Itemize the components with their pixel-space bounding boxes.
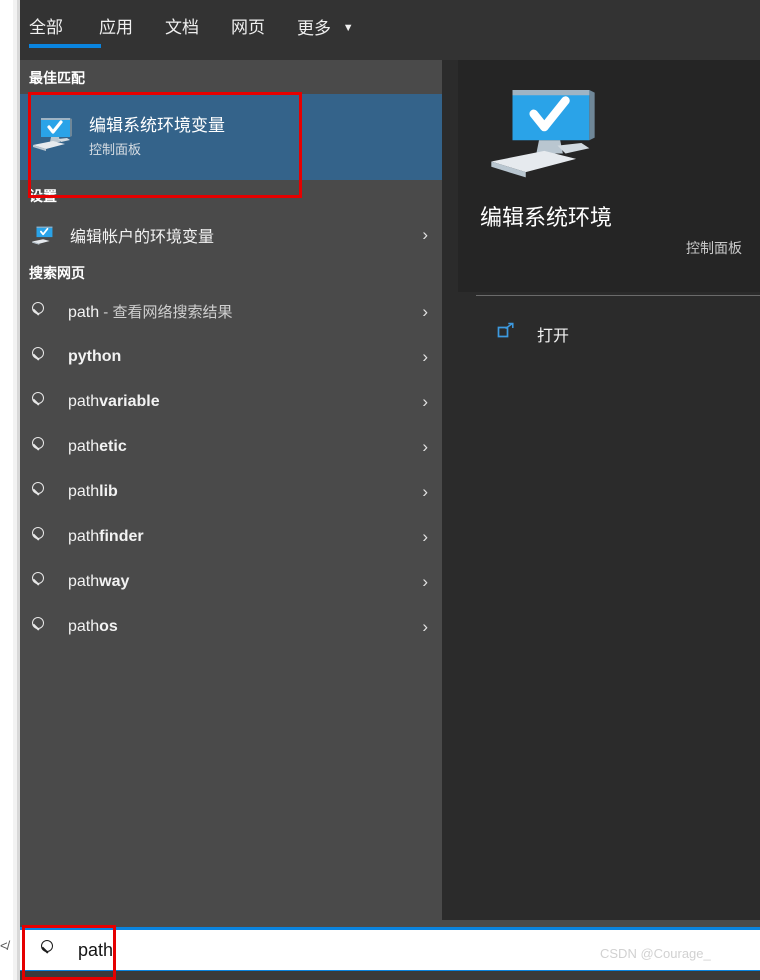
- web-suggestion-label: pathway: [68, 572, 130, 590]
- search-flyout: 全部 应用 文档 网页 更多 ▼ 最佳匹配 编辑系统环境变量 控制面板 设置 编…: [20, 0, 760, 980]
- chevron-right-icon[interactable]: ›: [422, 302, 428, 322]
- preview-card: 编辑系统环境 控制面板: [458, 60, 760, 292]
- tab-apps-label: 应用: [99, 18, 133, 37]
- results-preview-gutter: [442, 60, 458, 920]
- chevron-right-icon[interactable]: ›: [422, 527, 428, 547]
- web-suggestion-label: pathvariable: [68, 392, 160, 410]
- result-web-6[interactable]: pathway ›: [20, 559, 442, 604]
- preview-pane: 编辑系统环境 控制面板 打开: [458, 60, 760, 920]
- result-settings-account-variables[interactable]: 编辑帐户的环境变量 ›: [20, 212, 442, 257]
- system-properties-icon: [29, 115, 73, 160]
- result-web-0[interactable]: path - 查看网络搜索结果 ›: [20, 289, 442, 334]
- web-suggestion-label: pathlib: [68, 482, 118, 500]
- chevron-right-icon[interactable]: ›: [422, 617, 428, 637]
- preview-title: 编辑系统环境: [480, 205, 613, 230]
- search-icon: [29, 481, 51, 503]
- result-web-1[interactable]: python ›: [20, 334, 442, 379]
- watermark: CSDN @Courage_: [600, 946, 711, 961]
- preview-divider: [476, 295, 760, 296]
- background-window-sliver: [0, 0, 20, 980]
- search-icon: [29, 346, 51, 368]
- results-list: 最佳匹配 编辑系统环境变量 控制面板 设置 编辑帐户的环境变量 › 搜索网页 p…: [20, 60, 442, 920]
- best-match-title: 编辑系统环境变量: [89, 115, 225, 135]
- best-match-text: 编辑系统环境变量 控制面板: [89, 115, 225, 160]
- group-header-web: 搜索网页: [29, 265, 85, 281]
- preview-subtitle: 控制面板: [686, 240, 742, 256]
- chevron-down-icon: ▼: [342, 22, 354, 34]
- tab-documents-label: 文档: [165, 18, 199, 37]
- settings-item-label: 编辑帐户的环境变量: [70, 228, 215, 246]
- taskbar-strip: [20, 971, 760, 980]
- result-web-2[interactable]: pathvariable ›: [20, 379, 442, 424]
- tab-all[interactable]: 全部: [20, 0, 101, 60]
- tab-web-label: 网页: [231, 18, 265, 37]
- search-icon: [29, 526, 51, 548]
- web-suggestion-label: pathfinder: [68, 527, 144, 545]
- search-input-value: path: [78, 939, 116, 961]
- search-icon: [29, 301, 51, 323]
- chevron-right-icon[interactable]: ›: [422, 225, 428, 245]
- tab-web[interactable]: 网页: [215, 0, 281, 60]
- text-cursor: [114, 939, 116, 960]
- search-icon: [29, 571, 51, 593]
- chevron-right-icon[interactable]: ›: [422, 482, 428, 502]
- tab-more-label: 更多: [297, 19, 331, 38]
- result-web-7[interactable]: pathos ›: [20, 604, 442, 649]
- tab-list: 全部 应用 文档 网页 更多 ▼: [20, 0, 370, 60]
- group-header-settings: 设置: [29, 188, 57, 204]
- system-properties-icon: [480, 82, 598, 193]
- search-icon: [38, 939, 60, 961]
- search-icon: [29, 436, 51, 458]
- tab-documents[interactable]: 文档: [149, 0, 215, 60]
- group-header-best-match: 最佳匹配: [29, 70, 85, 86]
- search-icon: [29, 616, 51, 638]
- preview-action-open[interactable]: 打开: [458, 312, 760, 356]
- tab-bar: 全部 应用 文档 网页 更多 ▼: [20, 0, 760, 60]
- screenshot-root: </ 全部 应用 文档 网页 更多 ▼ 最佳匹配 编辑系统环境变量 控制面板 设…: [0, 0, 760, 980]
- best-match-subtitle: 控制面板: [89, 141, 142, 157]
- web-suggestion-label: python: [68, 347, 122, 365]
- chevron-right-icon[interactable]: ›: [422, 347, 428, 367]
- result-web-4[interactable]: pathlib ›: [20, 469, 442, 514]
- search-icon: [29, 391, 51, 413]
- result-best-match[interactable]: 编辑系统环境变量 控制面板: [20, 94, 442, 180]
- web-suggestion-label: pathos: [68, 617, 118, 635]
- account-variables-icon: [29, 225, 53, 245]
- chevron-right-icon[interactable]: ›: [422, 437, 428, 457]
- preview-action-label: 打开: [537, 328, 570, 345]
- chevron-right-icon[interactable]: ›: [422, 392, 428, 412]
- open-external-icon: [496, 322, 516, 347]
- chevron-right-icon[interactable]: ›: [422, 572, 428, 592]
- result-web-3[interactable]: pathetic ›: [20, 424, 442, 469]
- tab-more[interactable]: 更多 ▼: [281, 0, 370, 60]
- background-window-text: </: [0, 938, 10, 953]
- result-web-5[interactable]: pathfinder ›: [20, 514, 442, 559]
- tab-all-label: 全部: [29, 18, 63, 37]
- tab-apps[interactable]: 应用: [83, 0, 149, 60]
- web-suggestion-label: pathetic: [68, 437, 127, 455]
- web-suggestion-label: path - 查看网络搜索结果: [68, 304, 233, 321]
